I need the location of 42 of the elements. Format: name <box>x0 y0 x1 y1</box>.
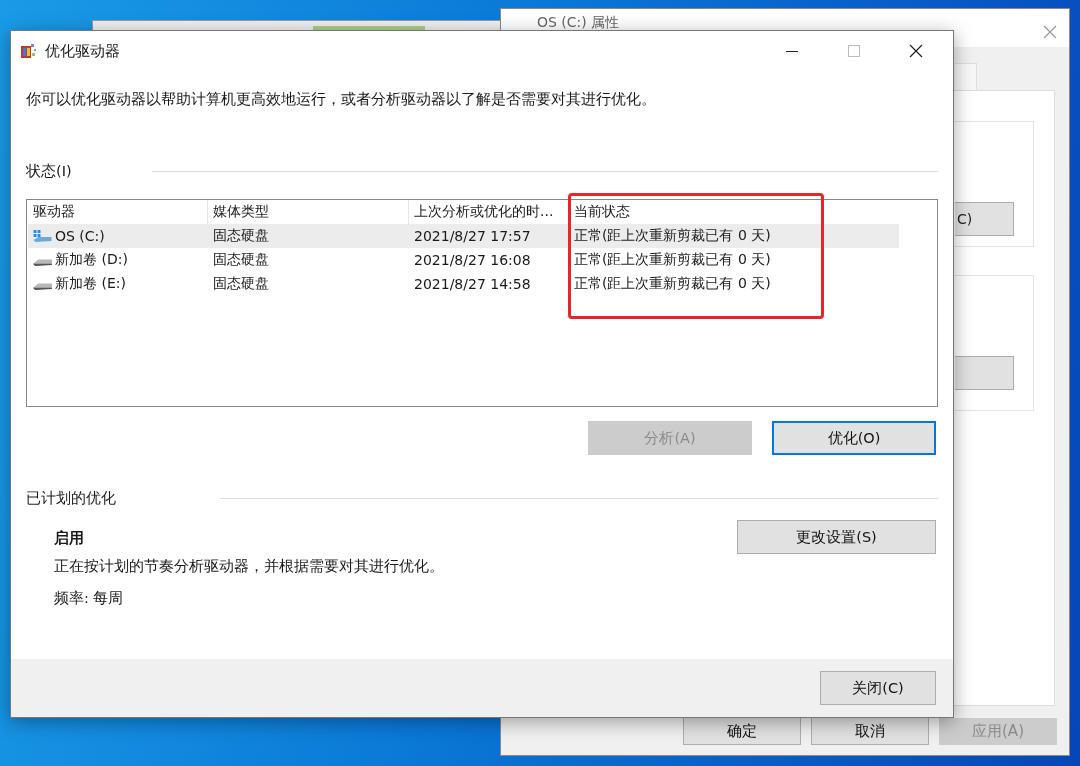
description-text: 你可以优化驱动器以帮助计算机更高效地运行，或者分析驱动器以了解是否需要对其进行优化。 <box>26 90 657 109</box>
table-cell: 固态硬盘 <box>213 227 269 245</box>
table-cell: 正常(距上次重新剪裁已有 0 天) <box>574 275 771 293</box>
table-row[interactable]: 新加卷 (E:) 固态硬盘 2021/8/27 14:58 正常(距上次重新剪裁已有 0 天) <box>28 272 899 296</box>
table-row[interactable]: OS (C:) 固态硬盘 2021/8/27 17:57 正常(距上次重新剪裁已有 0 天) <box>28 224 899 248</box>
close-button[interactable]: 关闭(C) <box>820 671 936 705</box>
schedule-state: 启用 <box>54 529 85 548</box>
column-header[interactable]: 上次分析或优化的时... <box>414 203 554 221</box>
tab[interactable] <box>955 63 977 90</box>
app-icon <box>20 44 37 58</box>
settings-button[interactable]: C) <box>955 202 1014 236</box>
schedule-detail: 正在按计划的节奏分析驱动器，并根据需要对其进行优化。 <box>54 557 444 576</box>
drive-name: 新加卷 (D:) <box>55 251 128 269</box>
table-cell: 2021/8/27 14:58 <box>414 276 531 292</box>
table-cell: 正常(距上次重新剪裁已有 0 天) <box>574 251 771 269</box>
action-button[interactable] <box>955 356 1014 390</box>
table-cell: 固态硬盘 <box>213 275 269 293</box>
drive-icon <box>33 259 52 266</box>
table-cell: 固态硬盘 <box>213 251 269 269</box>
close-icon[interactable] <box>909 44 923 58</box>
table-cell: 2021/8/27 17:57 <box>414 228 531 244</box>
section-heading: 已计划的优化 <box>26 488 116 508</box>
maximize-icon[interactable] <box>848 45 860 57</box>
minimize-icon[interactable] <box>786 50 798 52</box>
window-title: OS (C:) 属性 <box>537 15 620 29</box>
table-cell: 正常(距上次重新剪裁已有 0 天) <box>574 227 771 245</box>
change-settings-button[interactable]: 更改设置(S) <box>737 520 936 554</box>
column-header[interactable]: 驱动器 <box>33 203 75 221</box>
dialog-button[interactable]: 取消 <box>811 718 929 745</box>
drive-name: OS (C:) <box>55 228 105 244</box>
drive-icon <box>33 283 52 290</box>
table-row[interactable]: 新加卷 (D:) 固态硬盘 2021/8/27 16:08 正常(距上次重新剪裁已有 0 天) <box>28 248 899 272</box>
optimize-button[interactable]: 优化(O) <box>772 421 936 455</box>
column-header[interactable]: 当前状态 <box>574 203 630 221</box>
table-cell: 2021/8/27 16:08 <box>414 252 531 268</box>
window-title: 优化驱动器 <box>45 41 121 61</box>
frequency-text: 频率: 每周 <box>54 589 125 608</box>
column-header[interactable]: 媒体类型 <box>213 203 269 221</box>
drive-name: 新加卷 (E:) <box>55 275 126 293</box>
section-heading: 状态(I) <box>26 161 72 181</box>
system-drive-icon <box>33 230 52 242</box>
dialog-button[interactable]: 确定 <box>683 718 801 745</box>
